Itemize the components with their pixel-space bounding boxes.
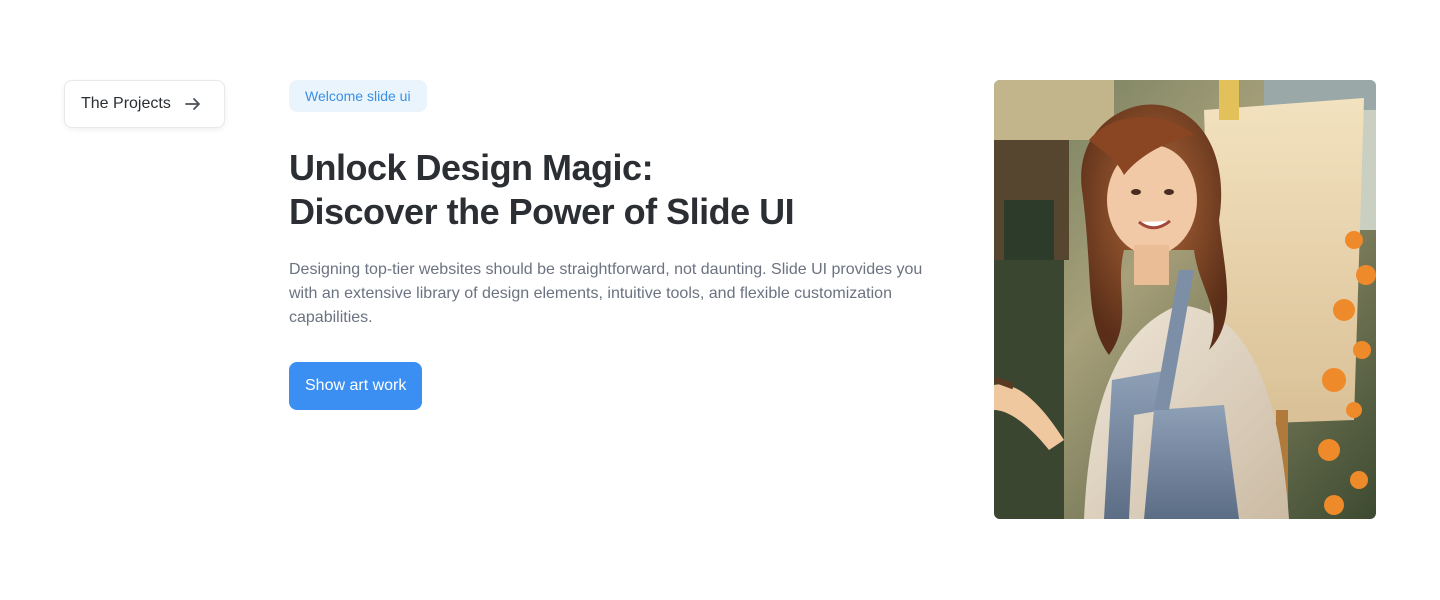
welcome-badge: Welcome slide ui — [289, 80, 427, 112]
arrow-right-icon — [183, 94, 203, 114]
hero-headline: Unlock Design Magic: Discover the Power … — [289, 146, 939, 234]
the-projects-label: The Projects — [81, 95, 171, 112]
painter-portrait-image — [994, 80, 1376, 519]
show-art-work-button[interactable]: Show art work — [289, 362, 423, 410]
headline-line-2: Discover the Power of Slide UI — [289, 191, 795, 232]
hero-description: Designing top-tier websites should be st… — [289, 261, 923, 326]
page: The Projects Welcome slide ui Unlock Des… — [0, 0, 1440, 600]
the-projects-button[interactable]: The Projects — [64, 80, 225, 128]
headline-line-1: Unlock Design Magic: — [289, 147, 654, 188]
hero-content: Welcome slide ui Unlock Design Magic: Di… — [289, 80, 939, 410]
